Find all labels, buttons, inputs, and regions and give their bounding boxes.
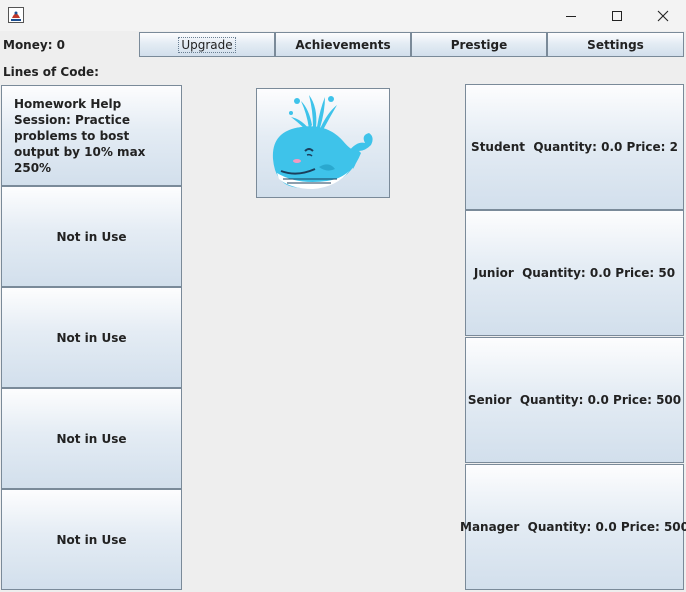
hire-manager-button[interactable]: Manager Quantity: 0.0 Price: 500	[460, 464, 686, 590]
hire-senior-button[interactable]: Senior Quantity: 0.0 Price: 500	[465, 337, 684, 463]
upgrade-button[interactable]: Upgrade	[139, 32, 275, 57]
upgrade-slot-3-label: Not in Use	[56, 330, 127, 345]
hire-student-button[interactable]: Student Quantity: 0.0 Price: 2	[465, 84, 684, 210]
minimize-button[interactable]	[548, 0, 594, 31]
hire-junior-label: Junior Quantity: 0.0 Price: 50	[473, 266, 676, 280]
hire-student-label: Student Quantity: 0.0 Price: 2	[471, 140, 678, 154]
upgrade-slot-5-button[interactable]: Not in Use	[1, 489, 182, 590]
settings-button-label: Settings	[587, 37, 644, 52]
achievements-button-label: Achievements	[295, 37, 391, 52]
upgrade-slot-1-button[interactable]: Homework Help Session: Practice problems…	[1, 85, 182, 186]
close-icon	[657, 10, 669, 21]
upgrade-slot-2-label: Not in Use	[56, 229, 127, 244]
maximize-icon	[612, 10, 622, 21]
hire-senior-label: Senior Quantity: 0.0 Price: 500	[467, 393, 682, 407]
whale-icon	[272, 95, 373, 189]
upgrade-slot-3-button[interactable]: Not in Use	[1, 287, 182, 388]
lines-of-code-label: Lines of Code:	[3, 65, 99, 79]
prestige-button-label: Prestige	[450, 37, 508, 52]
close-button[interactable]	[640, 0, 686, 31]
upgrade-slot-4-button[interactable]: Not in Use	[1, 388, 182, 489]
whale-click-button[interactable]	[256, 88, 390, 198]
upgrade-slot-5-label: Not in Use	[56, 532, 127, 547]
upgrade-slot-1-label: Homework Help Session: Practice problems…	[14, 96, 146, 175]
maximize-button[interactable]	[594, 0, 640, 31]
money-label: Money: 0	[3, 38, 66, 52]
java-app-icon	[8, 7, 24, 23]
upgrade-slot-2-button[interactable]: Not in Use	[1, 186, 182, 287]
window-title-bar[interactable]	[0, 0, 686, 31]
minimize-icon	[566, 15, 576, 17]
hire-manager-label: Manager Quantity: 0.0 Price: 500	[460, 520, 686, 534]
prestige-button[interactable]: Prestige	[411, 32, 547, 57]
achievements-button[interactable]: Achievements	[275, 32, 411, 57]
upgrade-slot-4-label: Not in Use	[56, 431, 127, 446]
hire-junior-button[interactable]: Junior Quantity: 0.0 Price: 50	[465, 210, 684, 336]
settings-button[interactable]: Settings	[547, 32, 684, 57]
upgrade-button-label: Upgrade	[178, 36, 236, 53]
